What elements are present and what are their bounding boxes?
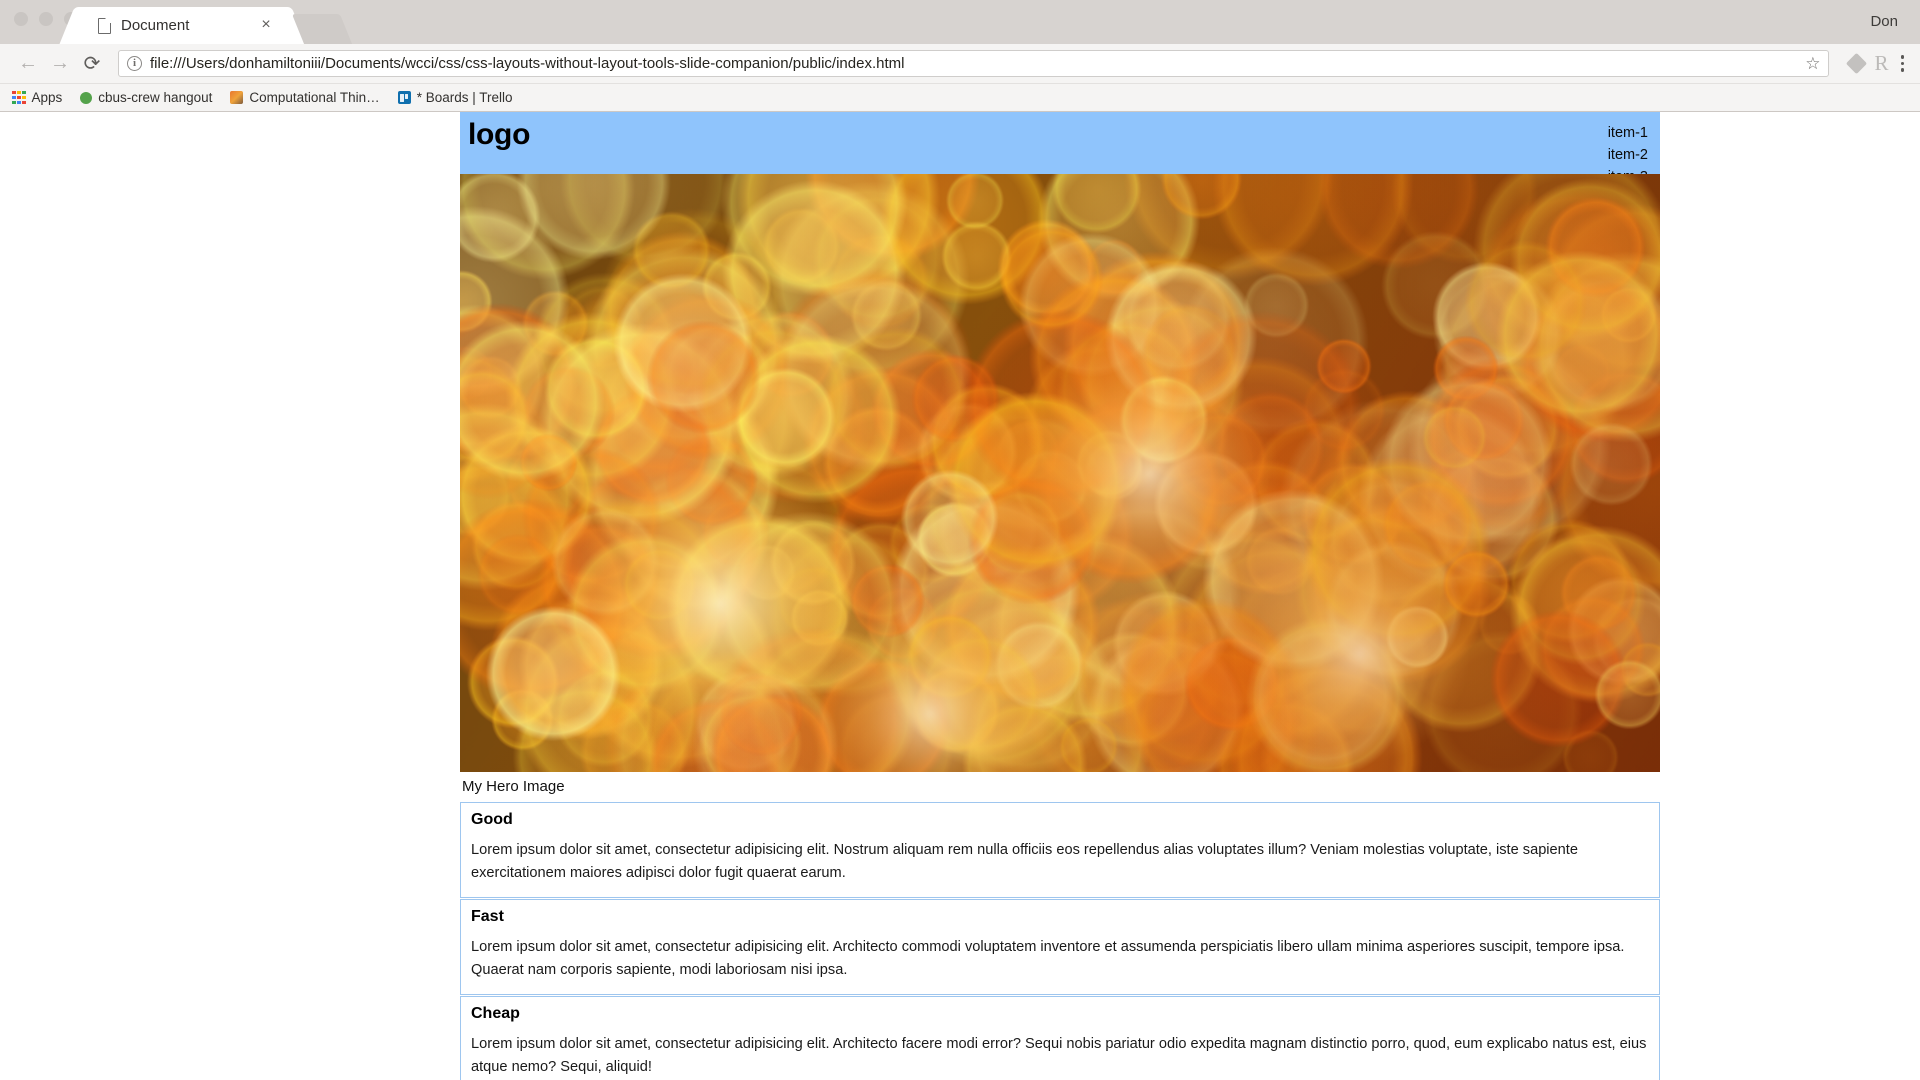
bookmark-apps[interactable]: Apps [12, 90, 62, 105]
bookmark-boards-trello[interactable]: * Boards | Trello [397, 90, 513, 105]
bookmarks-bar: Apps cbus-crew hangout Computational Thi… [0, 84, 1920, 112]
nav-item-1[interactable]: item-1 [1608, 122, 1648, 144]
bookmark-label: Apps [31, 90, 63, 105]
bookmark-cbus-crew-hangout[interactable]: cbus-crew hangout [80, 90, 212, 105]
site-logo[interactable]: logo [468, 118, 530, 152]
close-icon[interactable]: × [258, 16, 274, 34]
close-window-button[interactable] [14, 12, 28, 26]
extension-r-icon[interactable]: R [1874, 51, 1888, 76]
bookmark-label: cbus-crew hangout [98, 90, 213, 105]
card-title: Fast [471, 908, 504, 925]
card-title: Good [471, 811, 513, 828]
extension-diamond-icon[interactable] [1846, 52, 1868, 75]
site-favicon-icon [230, 91, 244, 104]
hero-image [460, 174, 1660, 772]
feature-card-list: Good Lorem ipsum dolor sit amet, consect… [460, 802, 1660, 1080]
hero-caption: My Hero Image [462, 778, 565, 795]
back-icon[interactable]: ← [12, 48, 44, 80]
card-body: Lorem ipsum dolor sit amet, consectetur … [471, 1036, 1647, 1075]
bookmark-star-icon[interactable]: ☆ [1805, 54, 1820, 74]
trello-icon [397, 91, 411, 104]
feature-card-fast: Fast Lorem ipsum dolor sit amet, consect… [460, 899, 1660, 995]
page-content: logo item-1 item-2 item-3 My Hero Image … [460, 112, 1660, 1080]
tab-title: Document [121, 17, 190, 34]
bookmark-computational-thinking[interactable]: Computational Thin… [230, 90, 380, 105]
bookmark-label: Computational Thin… [249, 90, 380, 105]
hangouts-icon [80, 91, 93, 104]
info-icon[interactable]: i [127, 56, 142, 71]
page-viewport: logo item-1 item-2 item-3 My Hero Image … [0, 112, 1920, 1080]
card-body: Lorem ipsum dolor sit amet, consectetur … [471, 842, 1578, 881]
browser-tab[interactable]: Document × [78, 7, 288, 44]
feature-card-good: Good Lorem ipsum dolor sit amet, consect… [460, 802, 1660, 898]
browser-menu-icon[interactable] [1900, 55, 1904, 72]
address-bar[interactable]: i file:///Users/donhamiltoniii/Documents… [118, 50, 1830, 77]
minimize-window-button[interactable] [39, 12, 53, 26]
site-header: logo item-1 item-2 item-3 [460, 112, 1660, 185]
apps-grid-icon [12, 90, 26, 105]
nav-item-2[interactable]: item-2 [1608, 144, 1648, 166]
page-icon [98, 17, 111, 34]
card-body: Lorem ipsum dolor sit amet, consectetur … [471, 939, 1625, 978]
profile-name[interactable]: Don [1870, 13, 1898, 30]
feature-card-cheap: Cheap Lorem ipsum dolor sit amet, consec… [460, 996, 1660, 1080]
browser-window: Document × Don ← → ⟳ i file:///Users/don… [0, 0, 1920, 1080]
reload-icon[interactable]: ⟳ [76, 48, 108, 80]
forward-icon[interactable]: → [44, 48, 76, 80]
tab-strip: Document × Don [0, 0, 1920, 44]
browser-toolbar: ← → ⟳ i file:///Users/donhamiltoniii/Doc… [0, 44, 1920, 84]
hero-bokeh-canvas [460, 174, 1660, 772]
tab-list: Document × [78, 0, 353, 44]
url-input[interactable]: file:///Users/donhamiltoniii/Documents/w… [150, 55, 1799, 72]
card-title: Cheap [471, 1005, 520, 1022]
bookmark-label: * Boards | Trello [416, 90, 513, 105]
